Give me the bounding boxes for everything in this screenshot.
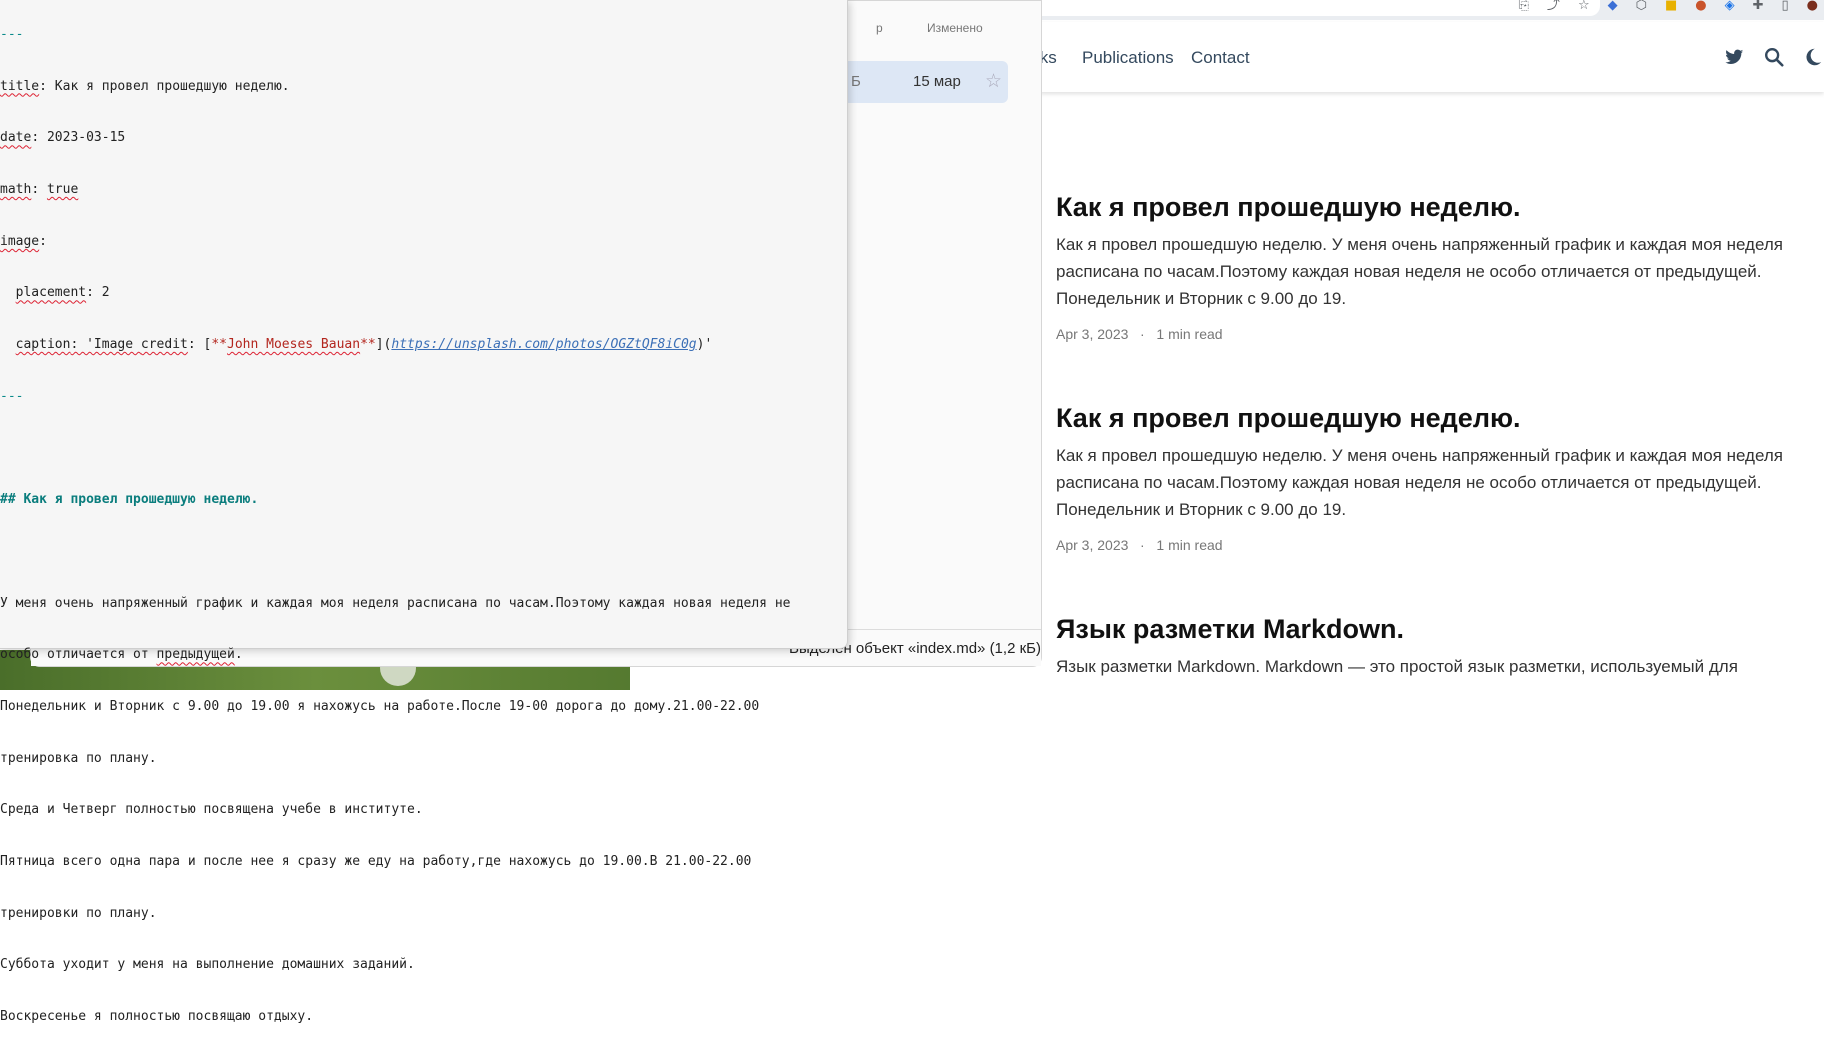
- caption-link-open: ](: [375, 337, 392, 353]
- post-date: Apr 3, 2023: [1056, 537, 1129, 553]
- extension-icon[interactable]: ◆: [1608, 0, 1618, 14]
- site-navbar: lks Publications Contact: [1036, 22, 1824, 92]
- address-bar[interactable]: [1040, 0, 1600, 16]
- extension-icon[interactable]: ⬡: [1636, 0, 1647, 14]
- nav-link-publications[interactable]: Publications: [1082, 48, 1174, 68]
- moon-icon[interactable]: [1802, 46, 1824, 68]
- body-line: Суббота уходит у меня на выполнение дома…: [0, 957, 415, 973]
- file-list-header: р Изменено: [851, 1, 1041, 51]
- yaml-key: caption: [15, 337, 71, 353]
- browser-window: ⎘ ⤴ ☆ ◆ ⬡ ■ ● ◈ ✚ ▯ ● lks Publications C…: [1036, 0, 1824, 690]
- body-line: тренировка по плану.: [0, 750, 157, 766]
- caption-url[interactable]: https://unsplash.com/photos/OGZtQF8iC0g: [391, 337, 696, 352]
- translate-icon[interactable]: ⎘: [1519, 0, 1529, 14]
- body-line: Воскресенье я полностью посвящаю отдыху.: [0, 1009, 314, 1025]
- yaml-value: true: [46, 182, 79, 198]
- column-header-modified[interactable]: Изменено: [927, 21, 983, 35]
- column-header-size[interactable]: р: [876, 21, 883, 35]
- extension-icon[interactable]: ■: [1665, 0, 1677, 14]
- caption-name: John Moeses Bauan: [227, 337, 361, 353]
- profile-avatar[interactable]: ●: [1807, 0, 1818, 14]
- yaml-string: credit: [140, 337, 188, 353]
- post-meta: Apr 3, 2023 · 1 min read: [1056, 326, 1796, 342]
- extension-icons: ⎘ ⤴ ☆ ◆ ⬡ ■ ● ◈ ✚ ▯ ●: [1519, 0, 1824, 14]
- post-summary: Как я провел прошедшую неделю. У меня оч…: [1056, 446, 1783, 519]
- markdown-heading: ## Как я провел прошедшую неделю.: [0, 492, 259, 508]
- twitter-icon[interactable]: [1723, 46, 1745, 68]
- body-text: особо отличается от: [0, 647, 157, 663]
- extension-icon[interactable]: ◈: [1725, 0, 1735, 14]
- post-summary: Как я провел прошедшую неделю. У меня оч…: [1056, 235, 1783, 308]
- post-card: Как я провел прошедшую неделю. Как я про…: [1056, 403, 1796, 553]
- file-size: Б: [851, 73, 861, 90]
- meta-separator: ·: [1132, 326, 1153, 342]
- yaml-key: math: [0, 182, 32, 198]
- bold-marker: **: [360, 337, 376, 353]
- code-line: math: true: [0, 182, 79, 198]
- post-title[interactable]: Язык разметки Markdown.: [1056, 614, 1796, 645]
- code-line: image:: [0, 233, 47, 249]
- star-icon[interactable]: ☆: [985, 70, 1002, 93]
- nav-link-contact[interactable]: Contact: [1191, 48, 1250, 68]
- code-line: placement: 2: [0, 282, 791, 304]
- extension-icon[interactable]: ●: [1695, 0, 1706, 14]
- sidepanel-icon[interactable]: ▯: [1782, 0, 1789, 14]
- frontmatter-separator: ---: [0, 388, 24, 404]
- caption-end: )': [696, 337, 713, 353]
- yaml-key: placement: [15, 285, 87, 301]
- yaml-string: : 'Image: [70, 337, 141, 353]
- yaml-value: : 2: [86, 285, 110, 301]
- puzzle-icon[interactable]: ✚: [1753, 0, 1764, 14]
- meta-separator: ·: [1132, 537, 1153, 553]
- yaml-value: : 2023-03-15: [31, 130, 126, 146]
- search-icon[interactable]: [1763, 46, 1785, 68]
- post-summary: Язык разметки Markdown. Markdown — это п…: [1056, 657, 1738, 676]
- body-line: тренировки по плану.: [0, 905, 157, 921]
- code-line: title: Как я провел прошедшую неделю.: [0, 76, 791, 98]
- browser-toolbar: ⎘ ⤴ ☆ ◆ ⬡ ■ ● ◈ ✚ ▯ ●: [1040, 0, 1824, 20]
- file-row-selected[interactable]: Б 15 мар ☆: [843, 61, 1008, 103]
- yaml-key: image: [0, 233, 40, 249]
- text-editor-window[interactable]: --- title: Как я провел прошедшую неделю…: [0, 0, 848, 1024]
- misspelled-word: предыдущей: [156, 647, 235, 663]
- post-card: Язык разметки Markdown. Язык разметки Ma…: [1056, 614, 1796, 680]
- body-line: Пятница всего одна пара и после нее я ср…: [0, 854, 752, 869]
- code-line: date: 2023-03-15: [0, 127, 791, 149]
- post-card: Как я провел прошедшую неделю. Как я про…: [1056, 192, 1796, 342]
- body-line: особо отличается от предыдущей.: [0, 644, 791, 666]
- post-read-time: 1 min read: [1156, 326, 1223, 342]
- yaml-value: : Как я провел прошедшую неделю.: [39, 78, 290, 94]
- frontmatter-separator: ---: [0, 27, 24, 42]
- share-icon[interactable]: ⤴: [1547, 0, 1560, 14]
- body-line: Среда и Четверг полностью посвящена учеб…: [0, 802, 423, 818]
- yaml-key: date: [0, 130, 32, 146]
- code-line: caption: 'Image credit: [**John Moeses B…: [0, 334, 791, 356]
- body-line: Понедельник и Вторник с 9.00 до 19.00 я …: [0, 698, 760, 714]
- post-read-time: 1 min read: [1156, 537, 1223, 553]
- bookmark-star-icon[interactable]: ☆: [1578, 0, 1590, 14]
- body-text: .: [234, 647, 243, 663]
- post-title[interactable]: Как я провел прошедшую неделю.: [1056, 192, 1796, 223]
- post-meta: Apr 3, 2023 · 1 min read: [1056, 537, 1796, 553]
- caption-bracket: : [: [187, 337, 212, 353]
- body-line: У меня очень напряженный график и каждая…: [0, 595, 791, 611]
- bold-marker: **: [211, 337, 228, 353]
- post-title[interactable]: Как я провел прошедшую неделю.: [1056, 403, 1796, 434]
- post-date: Apr 3, 2023: [1056, 326, 1129, 342]
- file-modified: 15 мар: [913, 73, 961, 90]
- editor-content[interactable]: --- title: Как я провел прошедшую неделю…: [0, 16, 791, 1058]
- yaml-key: title: [0, 78, 40, 94]
